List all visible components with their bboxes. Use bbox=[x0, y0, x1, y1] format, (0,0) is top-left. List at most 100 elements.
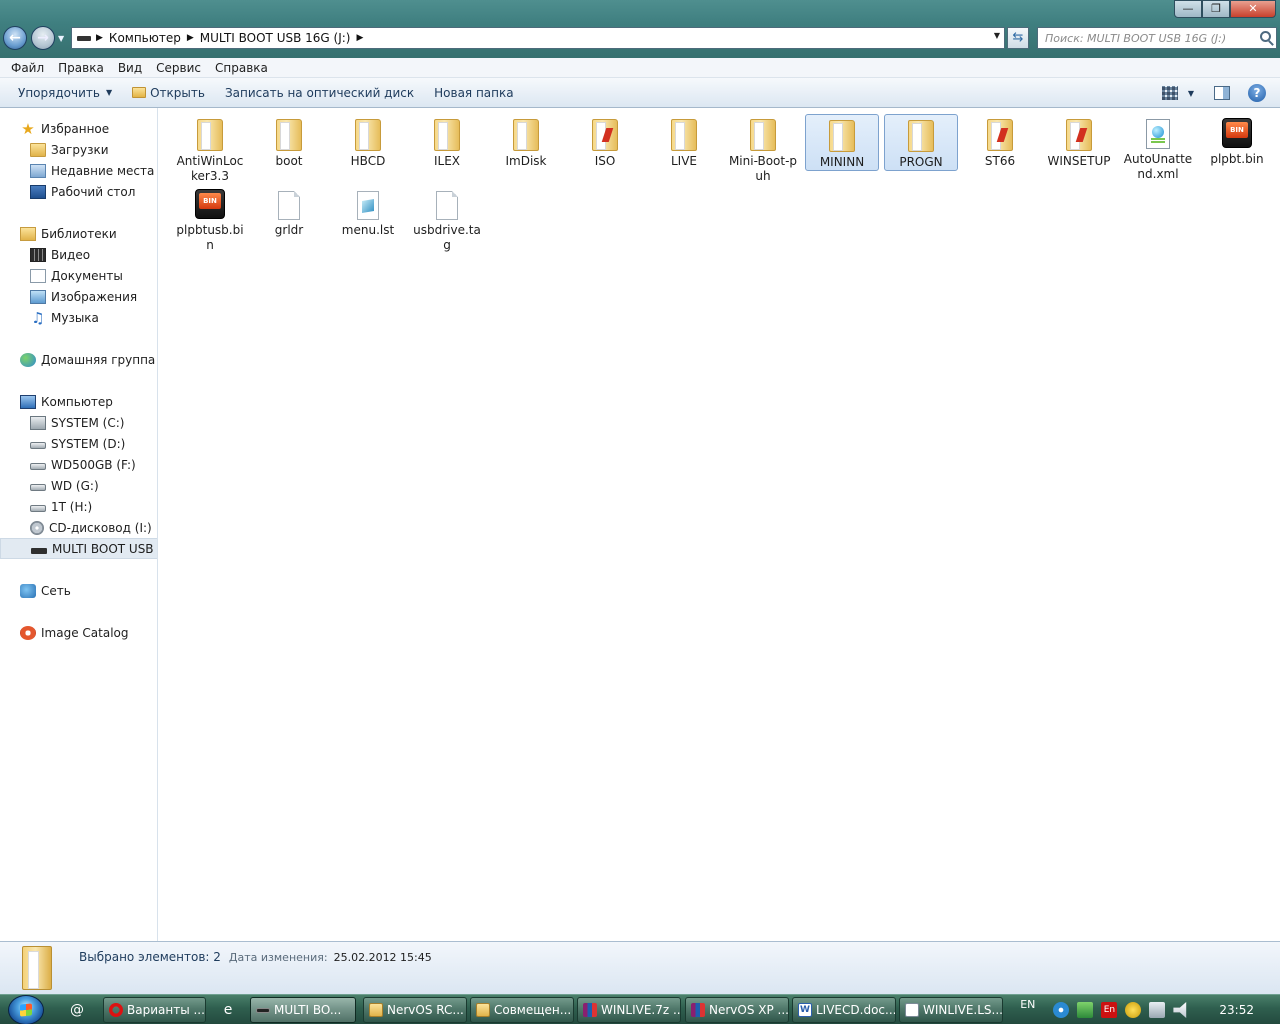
file-item-bin[interactable]: plpbtusb.bin bbox=[173, 185, 247, 253]
taskbar-button[interactable]: Совмещен... bbox=[470, 997, 574, 1023]
nav-item-drive-g[interactable]: WD (G:) bbox=[0, 475, 157, 496]
nav-item-drive-d[interactable]: SYSTEM (D:) bbox=[0, 433, 157, 454]
nav-libraries[interactable]: Библиотеки bbox=[0, 223, 157, 244]
lst-file-icon bbox=[357, 191, 379, 220]
taskbar-button[interactable]: MULTI BO... bbox=[250, 997, 356, 1023]
folder-icon bbox=[750, 119, 776, 151]
nav-item-pictures[interactable]: Изображения bbox=[0, 286, 157, 307]
internet-explorer-icon[interactable]: e bbox=[217, 1000, 239, 1020]
file-name: HBCD bbox=[350, 154, 386, 168]
nav-favorites-label: Избранное bbox=[41, 121, 110, 136]
nav-item-video[interactable]: Видео bbox=[0, 244, 157, 265]
back-button[interactable]: ← bbox=[3, 26, 27, 50]
nav-favorites[interactable]: ★ Избранное bbox=[0, 118, 157, 139]
taskbar-button[interactable]: Варианты ... bbox=[103, 997, 206, 1023]
preview-pane-icon[interactable] bbox=[1214, 86, 1230, 100]
tray-app-icon[interactable] bbox=[1053, 1002, 1070, 1018]
menu-edit[interactable]: Правка bbox=[51, 61, 111, 75]
email-icon[interactable]: @ bbox=[66, 1000, 88, 1020]
tray-warning-icon[interactable] bbox=[1125, 1002, 1142, 1018]
menu-file[interactable]: Файл bbox=[4, 61, 51, 75]
file-item-lst[interactable]: menu.lst bbox=[331, 185, 405, 238]
start-button[interactable] bbox=[8, 995, 44, 1024]
nav-image-catalog[interactable]: Image Catalog bbox=[0, 622, 157, 643]
breadcrumb-separator-icon[interactable]: ▶ bbox=[187, 33, 194, 43]
nav-item-desktop[interactable]: Рабочий стол bbox=[0, 181, 157, 202]
nav-item-drive-c[interactable]: SYSTEM (C:) bbox=[0, 412, 157, 433]
file-item-file[interactable]: grldr bbox=[252, 185, 326, 238]
clock[interactable]: 23:52 bbox=[1219, 1003, 1254, 1017]
address-bar[interactable]: ▶ Компьютер ▶ MULTI BOOT USB 16G (J:) ▶ … bbox=[71, 27, 1005, 49]
taskbar-button[interactable]: NervOS XP ... bbox=[685, 997, 789, 1023]
taskbar-button[interactable]: WINLIVE.7z ... bbox=[577, 997, 681, 1023]
word-icon: W bbox=[798, 1003, 812, 1017]
file-item-folder[interactable]: Mini-Boot-puh bbox=[726, 114, 800, 184]
file-item-xml[interactable]: AutoUnattend.xml bbox=[1121, 114, 1195, 182]
keyboard-layout-icon[interactable]: En bbox=[1101, 1002, 1118, 1018]
search-input[interactable] bbox=[1038, 28, 1248, 48]
menu-view[interactable]: Вид bbox=[111, 61, 149, 75]
nav-computer[interactable]: Компьютер bbox=[0, 391, 157, 412]
hard-drive-icon bbox=[30, 442, 46, 449]
file-item-bin[interactable]: plpbt.bin bbox=[1200, 114, 1274, 167]
nav-item-music[interactable]: ♫ Музыка bbox=[0, 307, 157, 328]
new-folder-button[interactable]: Новая папка bbox=[424, 78, 523, 107]
volume-icon[interactable] bbox=[1173, 1002, 1187, 1018]
nav-item-drive-j[interactable]: MULTI BOOT USB 16G (J:) bbox=[0, 538, 157, 559]
file-list[interactable]: AntiWinLocker3.3 boot HBCD ILEX ImDisk ISO LIV… bbox=[159, 108, 1280, 941]
tray-flag-icon[interactable] bbox=[1077, 1002, 1094, 1018]
nav-item-downloads[interactable]: Загрузки bbox=[0, 139, 157, 160]
file-item-folder[interactable]: HBCD bbox=[331, 114, 405, 169]
recent-pages-dropdown-icon[interactable]: ▼ bbox=[58, 34, 64, 43]
help-icon[interactable]: ? bbox=[1248, 84, 1266, 102]
nav-item-drive-h[interactable]: 1T (H:) bbox=[0, 496, 157, 517]
burn-button[interactable]: Записать на оптический диск bbox=[215, 78, 424, 107]
hard-drive-icon bbox=[30, 505, 46, 512]
file-item-folder[interactable]: MININN bbox=[805, 114, 879, 171]
forward-button[interactable]: → bbox=[31, 26, 55, 50]
nav-item-drive-i[interactable]: CD-дисковод (I:) bbox=[0, 517, 157, 538]
file-item-folder[interactable]: PROGN bbox=[884, 114, 958, 171]
language-indicator[interactable]: EN bbox=[1020, 998, 1035, 1011]
taskbar-button[interactable]: NervOS RC... bbox=[363, 997, 467, 1023]
file-item-folder-red[interactable]: ST66 bbox=[963, 114, 1037, 169]
taskbar-button[interactable]: WINLIVE.LS... bbox=[899, 997, 1003, 1023]
breadcrumb-drive[interactable]: MULTI BOOT USB 16G (J:) bbox=[200, 31, 351, 45]
file-item-folder[interactable]: AntiWinLocker3.3 bbox=[173, 114, 247, 184]
nav-item-label: MULTI BOOT USB 16G (J:) bbox=[52, 541, 157, 556]
organize-button[interactable]: Упорядочить ▼ bbox=[0, 78, 122, 107]
breadcrumb-separator-icon[interactable]: ▶ bbox=[96, 33, 103, 43]
file-item-file[interactable]: usbdrive.tag bbox=[410, 185, 484, 253]
file-item-folder[interactable]: LIVE bbox=[647, 114, 721, 169]
documents-icon bbox=[30, 268, 46, 283]
nav-item-drive-f[interactable]: WD500GB (F:) bbox=[0, 454, 157, 475]
open-button[interactable]: Открыть bbox=[122, 78, 215, 107]
search-box[interactable] bbox=[1037, 27, 1277, 49]
breadcrumb-computer[interactable]: Компьютер bbox=[109, 31, 181, 45]
file-item-folder-red[interactable]: ISO bbox=[568, 114, 642, 169]
folder-icon bbox=[197, 119, 223, 151]
taskbar-button[interactable]: W LIVECD.doc... bbox=[792, 997, 896, 1023]
menu-help[interactable]: Справка bbox=[208, 61, 275, 75]
close-button[interactable]: ✕ bbox=[1230, 0, 1276, 18]
taskbar-button-label: WINLIVE.7z ... bbox=[601, 1003, 681, 1017]
file-item-folder[interactable]: ImDisk bbox=[489, 114, 563, 169]
nav-item-recent-places[interactable]: Недавние места bbox=[0, 160, 157, 181]
maximize-button[interactable]: ❐ bbox=[1202, 0, 1230, 18]
file-item-folder[interactable]: ILEX bbox=[410, 114, 484, 169]
burn-label: Записать на оптический диск bbox=[224, 85, 415, 100]
address-dropdown-icon[interactable]: ▼ bbox=[994, 31, 1000, 40]
file-item-folder-red[interactable]: WINSETUP bbox=[1042, 114, 1116, 169]
network-status-icon[interactable] bbox=[1149, 1002, 1166, 1018]
search-icon[interactable] bbox=[1260, 31, 1271, 42]
minimize-button[interactable]: — bbox=[1174, 0, 1202, 18]
nav-homegroup[interactable]: Домашняя группа bbox=[0, 349, 157, 370]
refresh-button[interactable]: ⇆ bbox=[1007, 27, 1029, 49]
nav-item-documents[interactable]: Документы bbox=[0, 265, 157, 286]
breadcrumb-separator-icon[interactable]: ▶ bbox=[356, 33, 363, 43]
change-view-icon[interactable] bbox=[1161, 86, 1178, 100]
menu-tools[interactable]: Сервис bbox=[149, 61, 208, 75]
view-options-chevron-icon[interactable]: ▼ bbox=[1188, 89, 1194, 98]
nav-network[interactable]: Сеть bbox=[0, 580, 157, 601]
file-item-folder[interactable]: boot bbox=[252, 114, 326, 169]
